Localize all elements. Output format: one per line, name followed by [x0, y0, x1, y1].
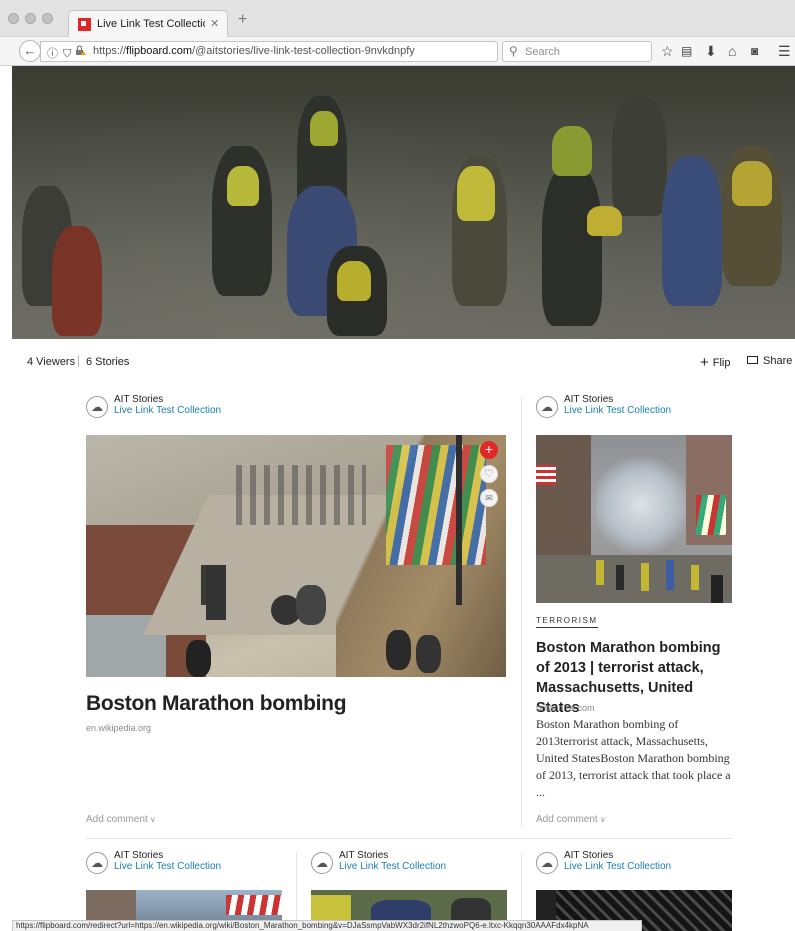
- stories-count[interactable]: 6 Stories: [86, 356, 129, 368]
- collection-link[interactable]: Live Link Test Collection: [564, 405, 671, 416]
- url-text[interactable]: https://flipboard.com/@aitstories/live-l…: [93, 45, 415, 57]
- collection-link[interactable]: Live Link Test Collection: [339, 861, 446, 872]
- mail-icon: [747, 356, 758, 364]
- flipboard-favicon-icon: [78, 18, 91, 31]
- author-name[interactable]: AIT Stories: [564, 394, 613, 405]
- story-topic-tag[interactable]: TERRORISM: [536, 616, 598, 628]
- card-author[interactable]: ☁ AIT Stories Live Link Test Collection: [311, 850, 511, 878]
- story-title[interactable]: Boston Marathon bombing: [86, 692, 347, 716]
- story-image[interactable]: [86, 435, 506, 677]
- minimize-window-button[interactable]: [25, 13, 36, 24]
- story-source[interactable]: en.wikipedia.org: [86, 723, 151, 733]
- navigation-toolbar: ⓘ ⛉ https://flipboard.com/@aitstories/li…: [0, 37, 795, 66]
- avatar-cloud-icon[interactable]: ☁: [536, 396, 558, 418]
- author-name[interactable]: AIT Stories: [339, 850, 388, 861]
- column-divider: [521, 398, 522, 828]
- flip-button[interactable]: + Flip: [700, 354, 731, 371]
- card-author[interactable]: ☁ AIT Stories Live Link Test Collection: [536, 850, 736, 878]
- mail-icon[interactable]: ✉: [480, 489, 498, 507]
- author-name[interactable]: AIT Stories: [564, 850, 613, 861]
- address-bar[interactable]: ⓘ ⛉ https://flipboard.com/@aitstories/li…: [40, 41, 531, 62]
- card-author[interactable]: ☁ AIT Stories Live Link Test Collection: [86, 850, 286, 878]
- flip-into-icon[interactable]: +: [480, 441, 498, 459]
- collection-link[interactable]: Live Link Test Collection: [564, 861, 671, 872]
- search-placeholder: Search: [525, 46, 560, 58]
- avatar-cloud-icon[interactable]: ☁: [311, 852, 333, 874]
- avatar-cloud-icon[interactable]: ☁: [536, 852, 558, 874]
- story-excerpt: Boston Marathon bombing of 2013terrorist…: [536, 717, 731, 799]
- tab-title: Live Link Test Collection on F: [97, 18, 205, 30]
- card-author[interactable]: ☁ AIT Stories Live Link Test Collection: [86, 394, 286, 422]
- collection-link[interactable]: Live Link Test Collection: [114, 861, 221, 872]
- reading-list-icon[interactable]: ▤: [681, 43, 692, 59]
- viewers-count[interactable]: 4 Viewers: [27, 356, 75, 368]
- collection-stats-bar: 4 Viewers | 6 Stories + Flip Share: [0, 350, 795, 374]
- row-divider: [86, 838, 732, 839]
- close-window-button[interactable]: [8, 13, 19, 24]
- heart-icon[interactable]: ♡: [480, 465, 498, 483]
- search-icon: ⚲: [509, 44, 518, 58]
- star-icon[interactable]: ☆: [661, 43, 674, 59]
- share-button[interactable]: Share: [747, 355, 792, 367]
- story-image[interactable]: [536, 435, 732, 603]
- avatar-cloud-icon[interactable]: ☁: [86, 852, 108, 874]
- card-author[interactable]: ☁ AIT Stories Live Link Test Collection: [536, 394, 736, 422]
- collection-link[interactable]: Live Link Test Collection: [114, 405, 221, 416]
- browser-tab[interactable]: Live Link Test Collection on F ✕: [68, 10, 228, 38]
- back-arrow-icon[interactable]: ←: [19, 40, 41, 62]
- add-comment-button[interactable]: Add comment: [86, 814, 156, 825]
- download-icon[interactable]: ⬇: [705, 43, 717, 59]
- lock-warning-icon[interactable]: [75, 45, 86, 56]
- home-icon[interactable]: ⌂: [728, 43, 736, 59]
- info-icon[interactable]: ⓘ ⛉: [47, 45, 72, 61]
- search-input[interactable]: ⚲ Search: [502, 41, 652, 62]
- tab-close-icon[interactable]: ✕: [210, 17, 219, 30]
- avatar-cloud-icon[interactable]: ☁: [86, 396, 108, 418]
- pocket-icon[interactable]: ◙: [751, 43, 758, 59]
- stats-separator: |: [77, 355, 80, 367]
- link-status-bar: https://flipboard.com/redirect?url=https…: [12, 920, 642, 931]
- author-name[interactable]: AIT Stories: [114, 394, 163, 405]
- zoom-window-button[interactable]: [42, 13, 53, 24]
- add-comment-button[interactable]: Add comment: [536, 814, 606, 825]
- story-source[interactable]: britannica.com: [536, 703, 595, 713]
- plus-icon: +: [700, 354, 709, 371]
- hero-cover-image: [12, 66, 795, 339]
- menu-icon[interactable]: ☰: [778, 43, 791, 59]
- author-name[interactable]: AIT Stories: [114, 850, 163, 861]
- new-tab-button[interactable]: +: [238, 12, 247, 28]
- window-titlebar: Live Link Test Collection on F ✕ +: [0, 0, 795, 38]
